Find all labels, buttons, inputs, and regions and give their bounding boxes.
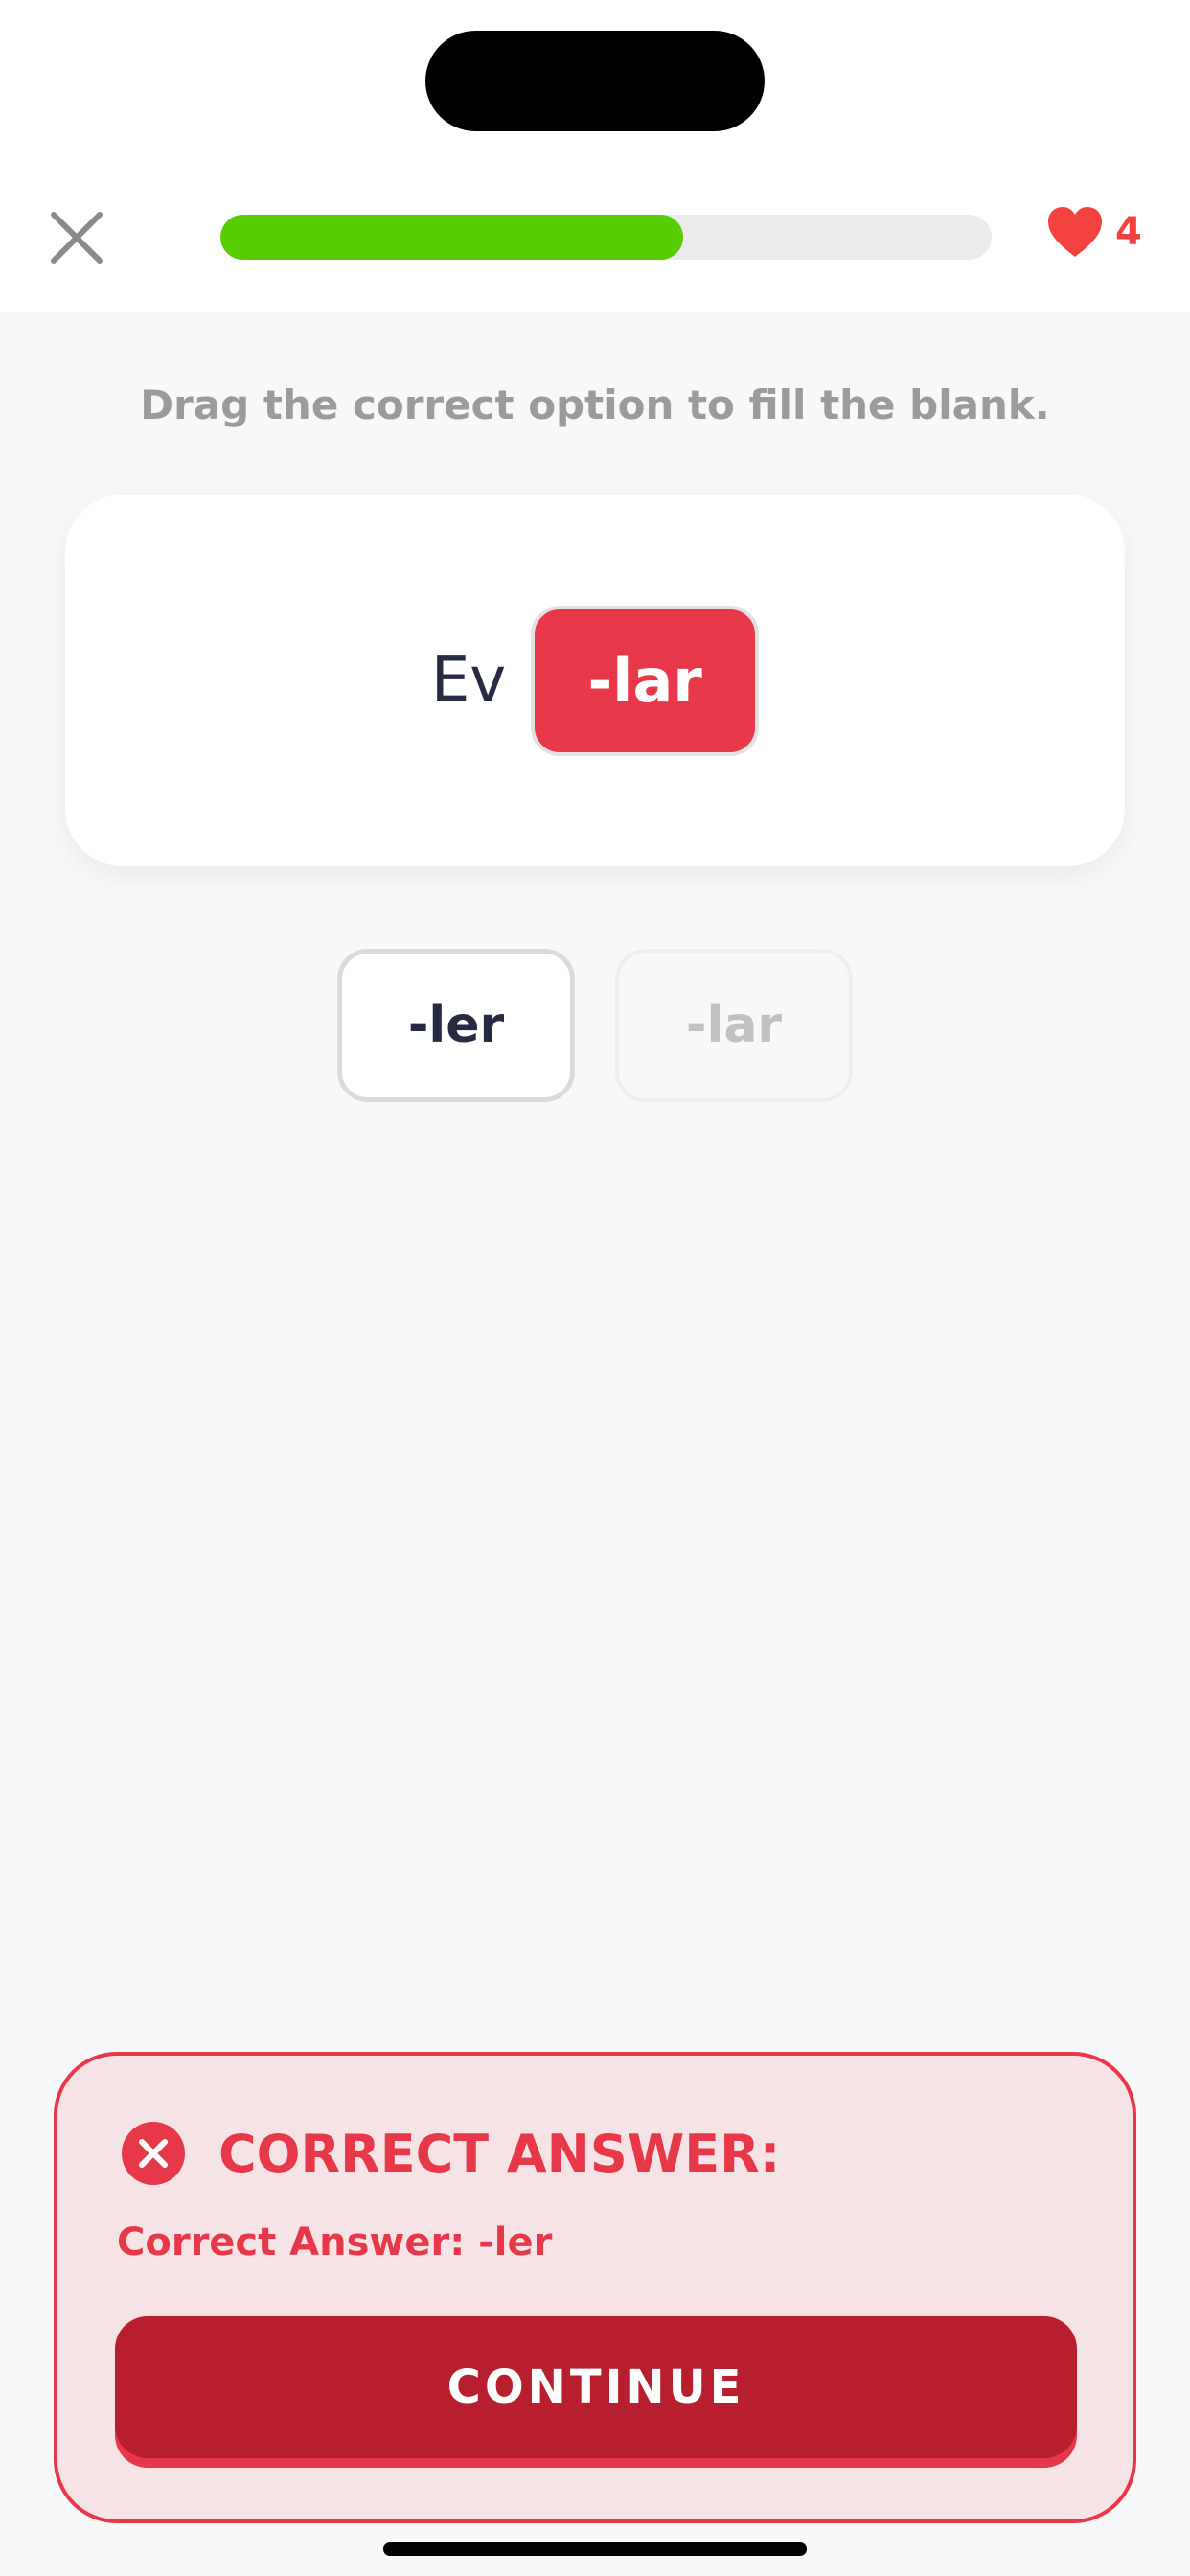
lesson-progress-bar	[220, 215, 992, 260]
option-chip-ler[interactable]: -ler	[337, 949, 575, 1102]
feedback-header: CORRECT ANSWER:	[121, 2121, 780, 2186]
dynamic-island	[425, 31, 765, 131]
hearts-counter: 4	[1046, 205, 1142, 259]
feedback-panel: CORRECT ANSWER: Correct Answer: -ler CON…	[54, 2052, 1136, 2523]
feedback-title: CORRECT ANSWER:	[218, 2123, 781, 2184]
close-button[interactable]	[38, 199, 115, 276]
close-icon	[51, 212, 103, 264]
sentence-row: Ev -lar	[65, 494, 1125, 866]
home-indicator[interactable]	[383, 2542, 807, 2556]
heart-icon	[1048, 207, 1102, 257]
answer-options: -ler -lar	[337, 949, 853, 1102]
feedback-detail: Correct Answer: -ler	[117, 2220, 553, 2265]
sentence-word: Ev	[430, 645, 507, 716]
option-chip-lar-placeholder: -lar	[615, 949, 853, 1102]
error-icon	[122, 2122, 185, 2185]
instruction-text: Drag the correct option to fill the blan…	[140, 381, 1050, 428]
progress-fill	[220, 215, 683, 260]
continue-button[interactable]: CONTINUE	[115, 2316, 1077, 2458]
hearts-count: 4	[1115, 210, 1142, 254]
top-bar: 4	[0, 0, 1190, 312]
sentence-card: Ev -lar	[65, 494, 1125, 866]
filled-answer-chip[interactable]: -lar	[531, 605, 760, 756]
